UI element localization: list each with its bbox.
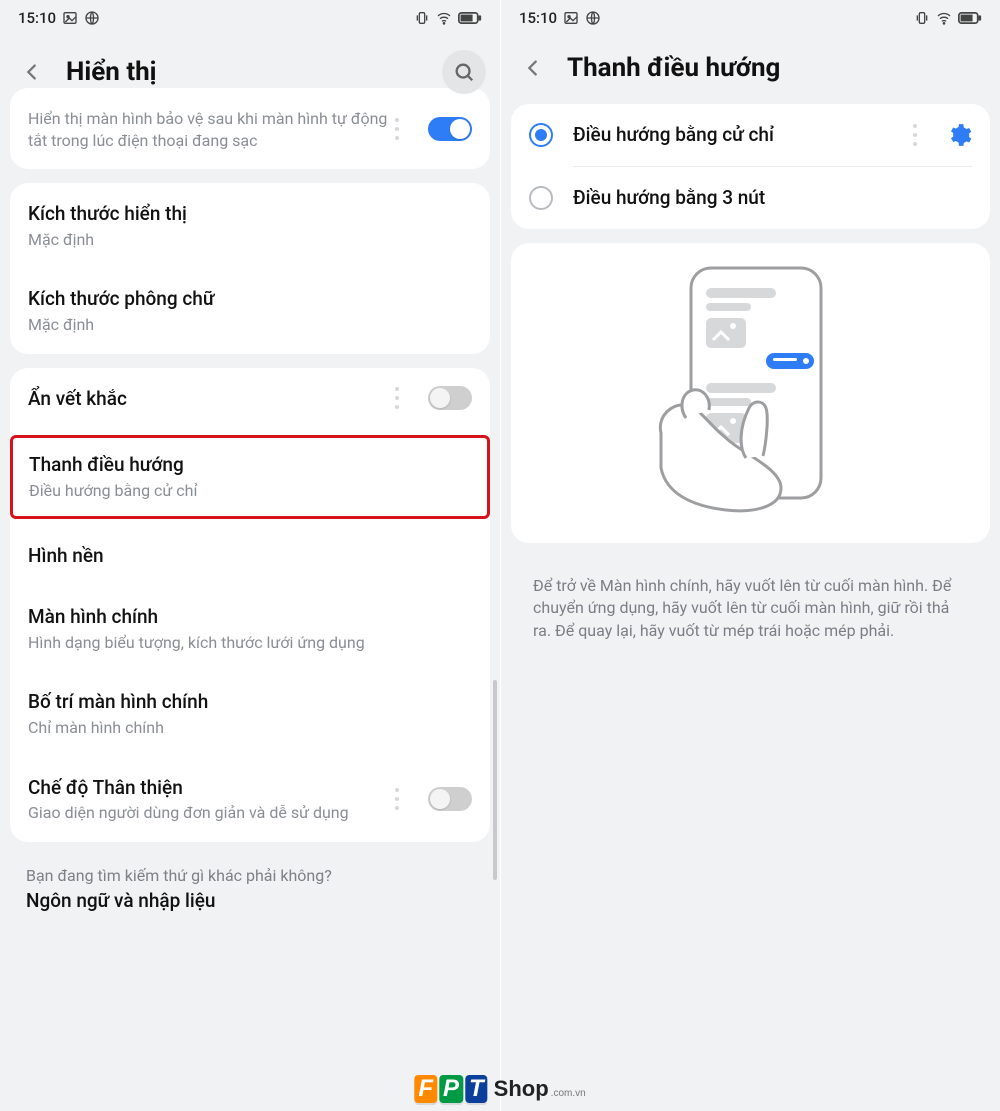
row-home-layout[interactable]: Bố trí màn hình chính Chỉ màn hình chính — [10, 671, 490, 756]
titlebar: Thanh điều hướng — [501, 36, 1000, 104]
wallpaper-title: Hình nền — [28, 543, 472, 569]
battery-icon — [458, 10, 482, 26]
vibrate-icon — [414, 10, 430, 26]
search-button[interactable] — [442, 50, 486, 94]
card-sizes: Kích thước hiển thị Mặc định Kích thước … — [10, 183, 490, 353]
display-size-title: Kích thước hiển thị — [28, 201, 472, 227]
screensaver-sub: Hiển thị màn hình bảo vệ sau khi màn hìn… — [28, 108, 390, 151]
image-icon — [563, 10, 579, 26]
status-time: 15:10 — [18, 9, 56, 27]
more-icon[interactable] — [390, 788, 404, 810]
hand-phone-icon — [631, 258, 871, 522]
row-display-size[interactable]: Kích thước hiển thị Mặc định — [10, 183, 490, 268]
logo-f: F — [414, 1075, 437, 1103]
back-button[interactable] — [515, 50, 551, 86]
card-nav-options: Điều hướng bằng cử chỉ Điều hướng bằng 3… — [511, 104, 990, 229]
gesture-help-text: Để trở về Màn hình chính, hãy vuốt lên t… — [511, 557, 990, 643]
page-title: Thanh điều hướng — [567, 53, 986, 83]
battery-icon — [958, 10, 982, 26]
hide-notch-toggle[interactable] — [428, 386, 472, 410]
logo-p: P — [439, 1075, 463, 1103]
row-home-screen[interactable]: Màn hình chính Hình dạng biểu tượng, kíc… — [10, 586, 490, 671]
radio-selected-icon[interactable] — [529, 123, 553, 147]
font-size-sub: Mặc định — [28, 314, 472, 336]
card-visual: Ẩn vết khắc Thanh điều hướng Điều hướng … — [10, 368, 490, 842]
row-wallpaper[interactable]: Hình nền — [10, 525, 490, 587]
vibrate-icon — [914, 10, 930, 26]
radio-unselected-icon[interactable] — [529, 186, 553, 210]
option-three-button[interactable]: Điều hướng bằng 3 nút — [511, 167, 990, 229]
nav-bar-title: Thanh điều hướng — [29, 452, 471, 478]
fpt-shop-logo: F P T Shop .com.vn — [414, 1075, 585, 1103]
more-icon[interactable] — [390, 387, 404, 409]
nav-bar-sub: Điều hướng bằng cử chỉ — [29, 480, 471, 502]
screen-display-settings: 15:10 — [0, 0, 500, 1111]
gesture-illustration — [511, 243, 990, 543]
option-three-button-label: Điều hướng bằng 3 nút — [573, 185, 972, 211]
card-screensaver: Hiển thị màn hình bảo vệ sau khi màn hìn… — [10, 88, 490, 169]
hide-notch-title: Ẩn vết khắc — [28, 386, 390, 412]
wifi-icon — [936, 10, 952, 26]
screen-navigation-bar: 15:10 — [500, 0, 1000, 1111]
image-icon — [62, 10, 78, 26]
more-icon[interactable] — [390, 118, 404, 140]
status-time: 15:10 — [519, 9, 557, 27]
row-navigation-bar[interactable]: Thanh điều hướng Điều hướng bằng cử chỉ — [10, 435, 490, 518]
row-friendly-mode[interactable]: Chế độ Thân thiện Giao diện người dùng đ… — [10, 757, 490, 842]
display-size-sub: Mặc định — [28, 229, 472, 251]
home-layout-title: Bố trí màn hình chính — [28, 689, 472, 715]
friendly-title: Chế độ Thân thiện — [28, 775, 390, 801]
status-bar: 15:10 — [501, 0, 1000, 36]
more-icon[interactable] — [908, 124, 922, 146]
globe-icon — [84, 10, 100, 26]
status-bar: 15:10 — [0, 0, 500, 36]
globe-icon — [585, 10, 601, 26]
wifi-icon — [436, 10, 452, 26]
screensaver-toggle[interactable] — [428, 117, 472, 141]
gear-icon[interactable] — [946, 122, 972, 148]
scrollbar[interactable] — [493, 680, 497, 880]
footer-language-input[interactable]: Ngôn ngữ và nhập liệu — [10, 889, 490, 922]
option-gesture-label: Điều hướng bằng cử chỉ — [573, 122, 908, 148]
page-title: Hiển thị — [66, 57, 442, 87]
logo-tld: .com.vn — [551, 1088, 586, 1099]
home-title: Màn hình chính — [28, 604, 472, 630]
row-screensaver[interactable]: Hiển thị màn hình bảo vệ sau khi màn hìn… — [10, 88, 490, 169]
home-layout-sub: Chỉ màn hình chính — [28, 717, 472, 739]
row-hide-notch[interactable]: Ẩn vết khắc — [10, 368, 490, 430]
friendly-sub: Giao diện người dùng đơn giản và dễ sử d… — [28, 802, 390, 824]
home-sub: Hình dạng biểu tượng, kích thước lưới ứn… — [28, 632, 472, 654]
logo-t: T — [465, 1075, 488, 1103]
font-size-title: Kích thước phông chữ — [28, 286, 472, 312]
back-button[interactable] — [14, 54, 50, 90]
footer-hint: Bạn đang tìm kiếm thứ gì khác phải không… — [10, 856, 490, 889]
logo-shop: Shop — [494, 1076, 549, 1102]
row-font-size[interactable]: Kích thước phông chữ Mặc định — [10, 268, 490, 353]
option-gesture[interactable]: Điều hướng bằng cử chỉ — [511, 104, 990, 166]
friendly-toggle[interactable] — [428, 787, 472, 811]
